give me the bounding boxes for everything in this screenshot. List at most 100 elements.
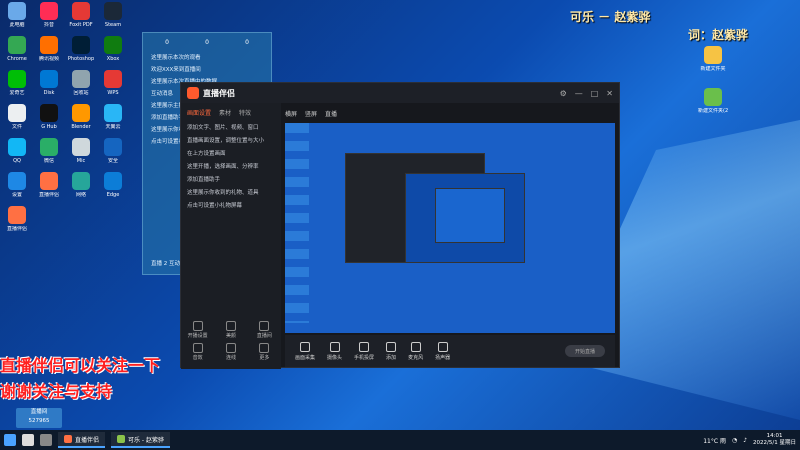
tool-label: 直播间 <box>256 333 272 339</box>
desktop-icon[interactable]: WPS <box>98 70 128 96</box>
scene-header: 横屏 竖屏 直播 <box>285 103 615 123</box>
minimize-icon[interactable]: — <box>575 89 583 98</box>
desktop-icon-label: 抖音 <box>43 22 54 28</box>
desktop-icon[interactable]: 腾讯视频 <box>34 36 64 62</box>
desktop-icon[interactable]: 微信 <box>34 138 64 164</box>
tool-icon <box>192 343 203 353</box>
panel-help-line: 在上方设置画面 <box>187 151 226 157</box>
app-icon <box>40 70 58 88</box>
panel-help-text: 添加文字、图片、视频、窗口 直播画面设置，调整位置与大小 在上方设置画面 这里开播，选… <box>181 122 281 213</box>
search-icon[interactable] <box>22 434 34 446</box>
desktop-icon[interactable]: 抖音 <box>34 2 64 28</box>
control-button[interactable]: 扬声器 <box>435 341 450 361</box>
settings-icon[interactable]: ⚙ <box>560 89 567 98</box>
tool-button[interactable]: 更多 <box>248 343 281 361</box>
desktop-icon-label: WPS <box>107 90 119 96</box>
tool-label: 连线 <box>225 355 236 361</box>
app-icon <box>72 172 90 190</box>
control-icon <box>410 341 421 352</box>
panel-help-line: 添加文字、图片、视频、窗口 <box>187 125 259 131</box>
desktop-icon-label: 文件 <box>11 124 22 130</box>
desktop-icon-label: 回收站 <box>73 90 89 96</box>
desktop-icon[interactable]: 回收站 <box>66 70 96 96</box>
start-live-button[interactable]: 开始直播 <box>565 345 605 357</box>
taskbar-item-0[interactable]: 直播伴侣 <box>58 432 106 448</box>
desktop-icon-label: 天翼云 <box>105 124 121 130</box>
desktop-icon[interactable]: 直播伴侣 <box>34 172 64 198</box>
control-button[interactable]: 摄像头 <box>327 341 343 361</box>
desktop-icon[interactable]: 新建文件夹(2) <box>698 88 728 114</box>
tool-button[interactable]: 开播设置 <box>181 321 214 339</box>
desktop-icon[interactable]: 新建文件夹 <box>698 46 728 72</box>
taskbar-item-1[interactable]: 可乐 - 赵紫骅 <box>111 432 170 448</box>
desktop-icon[interactable]: Disk <box>34 70 64 96</box>
desktop-icon[interactable]: 安全 <box>98 138 128 164</box>
tool-button[interactable]: 美颜 <box>214 321 247 339</box>
app-icon <box>72 138 90 156</box>
app-logo: 直播伴侣 <box>187 87 235 99</box>
panel-help-line: 这里展示你收到的礼物、道具 <box>187 190 259 196</box>
task-view-icon[interactable] <box>40 434 52 446</box>
control-button[interactable]: 画面采集 <box>295 341 315 361</box>
tab-0[interactable]: 画面设置 <box>187 108 211 117</box>
desktop-icon[interactable]: 网络 <box>66 172 96 198</box>
desktop-icon-label: Foxit PDF <box>69 22 93 28</box>
weather-text[interactable]: 11°C 雨 <box>703 436 726 445</box>
desktop-icon-label: 直播伴侣 <box>38 192 59 198</box>
start-menu-icon[interactable] <box>4 434 16 446</box>
tool-button[interactable]: 连线 <box>214 343 247 361</box>
app-icon <box>40 104 58 122</box>
panel-help-line: 点击可设置小礼物屏幕 <box>187 203 243 209</box>
control-label: 摄像头 <box>327 354 343 361</box>
desktop-icon[interactable]: QQ <box>2 138 32 164</box>
scene-tab-2[interactable]: 直播 <box>325 109 337 118</box>
scene-tab-0[interactable]: 横屏 <box>285 109 297 118</box>
desktop-icon[interactable]: Xbox <box>98 36 128 62</box>
live-preview[interactable] <box>285 123 615 333</box>
wifi-icon[interactable]: ◔ <box>732 437 737 444</box>
scene-tab-1[interactable]: 竖屏 <box>305 109 317 118</box>
desktop-icon[interactable]: Blender <box>66 104 96 130</box>
tool-button[interactable]: 直播间 <box>248 321 281 339</box>
desktop-icon[interactable]: 设置 <box>2 172 32 198</box>
desktop-icon-label: Photoshop <box>67 56 95 62</box>
desktop-icon[interactable]: Mic <box>66 138 96 164</box>
close-icon[interactable]: ✕ <box>606 89 613 98</box>
desktop-icon[interactable]: 此电脑 <box>2 2 32 28</box>
control-label: 手机投屏 <box>354 354 375 361</box>
desktop-icon[interactable]: Steam <box>98 2 128 28</box>
app-icon <box>40 36 58 54</box>
volume-icon[interactable]: ♪ <box>743 437 747 444</box>
lyric-credit: 词：赵紫骅 <box>688 28 749 42</box>
desktop-icon[interactable]: 直播伴侣 <box>2 206 32 232</box>
desktop-icon[interactable]: Photoshop <box>66 36 96 62</box>
tool-button[interactable]: 音效 <box>181 343 214 361</box>
desktop-icon[interactable]: 爱奇艺 <box>2 70 32 96</box>
desktop-icon[interactable]: G Hub <box>34 104 64 130</box>
control-icon <box>359 341 370 352</box>
control-button[interactable]: 添加 <box>386 341 396 361</box>
clock[interactable]: 14:01 2022/5/1 星期日 <box>753 433 796 447</box>
app-icon <box>8 206 26 224</box>
tool-icon <box>259 321 270 331</box>
app-icon <box>40 172 58 190</box>
tab-2[interactable]: 特效 <box>239 108 251 117</box>
desktop-icon[interactable]: Foxit PDF <box>66 2 96 28</box>
app-icon <box>40 2 58 20</box>
room-badge: 直播间 527965 <box>16 408 62 428</box>
desktop-icon[interactable]: 文件 <box>2 104 32 130</box>
desktop-icon-label: QQ <box>13 158 21 164</box>
control-button[interactable]: 手机投屏 <box>354 341 375 361</box>
control-button[interactable]: 麦克风 <box>408 341 423 361</box>
tab-1[interactable]: 素材 <box>219 108 231 117</box>
tool-label: 美颜 <box>225 333 236 339</box>
desktop-icon[interactable]: Chrome <box>2 36 32 62</box>
chat-stats: 0 0 0 <box>143 33 271 52</box>
maximize-icon[interactable]: □ <box>591 89 599 98</box>
tool-icon <box>259 343 270 353</box>
desktop-icon[interactable]: 天翼云 <box>98 104 128 130</box>
desktop-icon-label: 设置 <box>11 192 22 198</box>
app-icon <box>8 138 26 156</box>
desktop-icon[interactable]: Edge <box>98 172 128 198</box>
app-icon <box>104 104 122 122</box>
